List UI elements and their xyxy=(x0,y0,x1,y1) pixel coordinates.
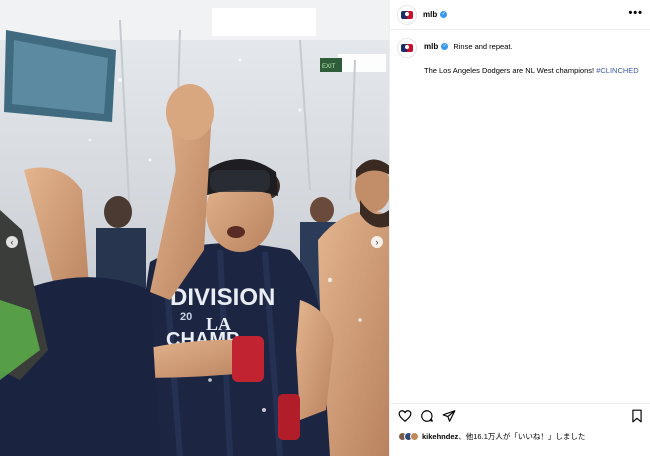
post-sidebar: mlb ✓ ••• mlb ✓ Rinse and repeat. The Los … xyxy=(389,0,650,456)
verified-badge-icon: ✓ xyxy=(440,11,448,19)
heart-icon[interactable] xyxy=(398,409,412,423)
bookmark-icon[interactable] xyxy=(630,409,644,423)
previous-image-button[interactable]: ‹ xyxy=(6,236,18,248)
mlb-logo-icon xyxy=(401,10,413,19)
likes-summary[interactable]: kikehndez、他16.1万人が「いいね！」しました xyxy=(398,429,585,443)
caption-lead: Rinse and repeat. xyxy=(453,42,513,51)
jersey-line-1: DIVISION xyxy=(170,284,275,311)
avatar[interactable] xyxy=(397,4,417,25)
celebration-photo: EXIT DIVISION 20 LA CHAMP xyxy=(0,0,389,456)
action-bar xyxy=(390,403,650,425)
post-header: mlb ✓ ••• xyxy=(390,0,650,30)
hashtag-link[interactable]: #CLINCHED xyxy=(596,66,639,75)
comment-icon[interactable] xyxy=(420,409,434,423)
jersey-line-2: 20 xyxy=(180,311,192,323)
liker-avatar xyxy=(410,431,419,441)
likes-count-text: 、他16.1万人が「いいね！」しました xyxy=(458,431,586,441)
exit-sign: EXIT xyxy=(322,64,336,70)
caption-avatar[interactable] xyxy=(397,38,417,58)
verified-badge-icon: ✓ xyxy=(441,43,449,51)
liker-username[interactable]: kikehndez xyxy=(422,432,458,441)
post-caption: mlb ✓ Rinse and repeat. The Los Angeles D… xyxy=(397,38,645,76)
mlb-logo-icon xyxy=(401,44,413,52)
next-image-button[interactable]: › xyxy=(371,236,383,248)
share-icon[interactable] xyxy=(442,409,456,423)
caption-body: The Los Angeles Dodgers are NL West cham… xyxy=(424,66,597,75)
caption-username[interactable]: mlb ✓ xyxy=(424,42,449,51)
post-media[interactable]: EXIT DIVISION 20 LA CHAMP ‹ › xyxy=(0,0,389,456)
more-options-button[interactable]: ••• xyxy=(628,8,643,19)
username[interactable]: mlb ✓ xyxy=(423,10,448,19)
